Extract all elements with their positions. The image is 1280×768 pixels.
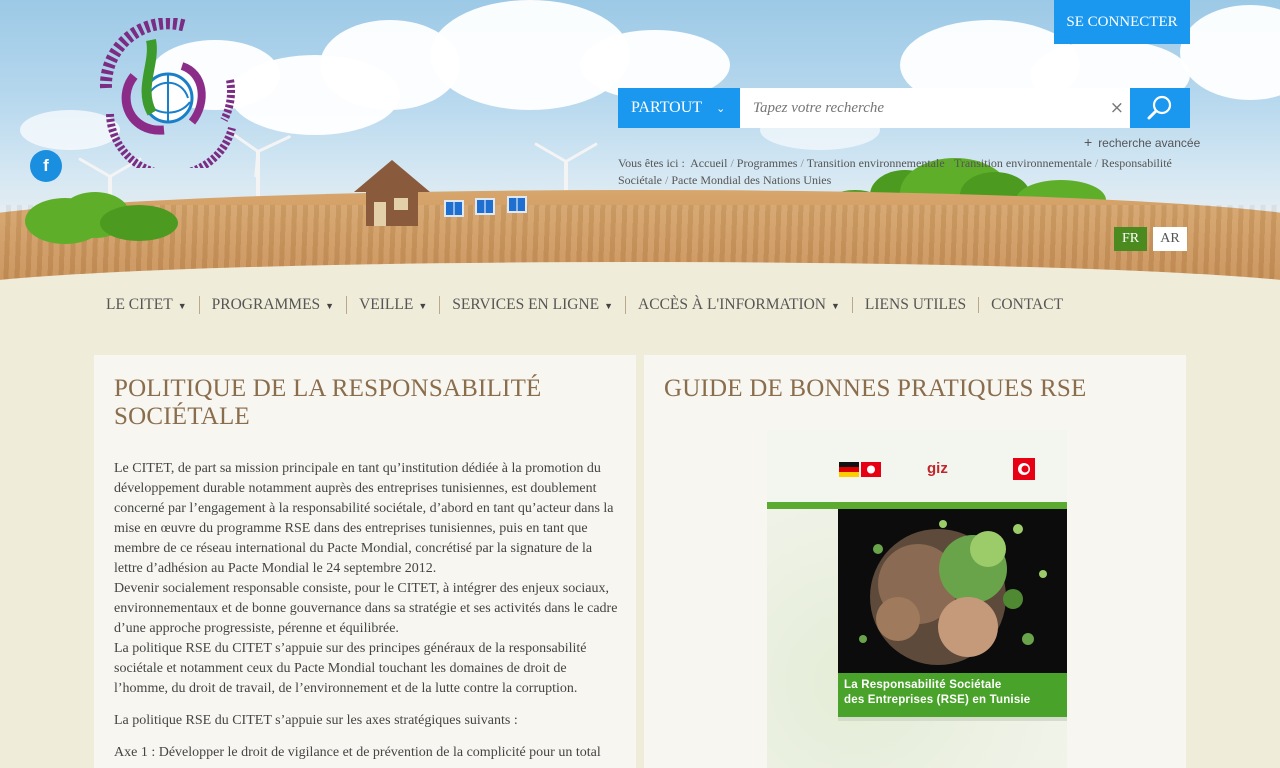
breadcrumb-item[interactable]: Programmes: [737, 156, 798, 170]
nav-item-label: LIENS UTILES: [864, 296, 967, 313]
citet-logo[interactable]: [96, 17, 244, 179]
breadcrumb-current: Pacte Mondial des Nations Unies: [671, 173, 832, 187]
advanced-search-label: recherche avancée: [1098, 136, 1201, 150]
solar-panel-icon: [444, 200, 464, 217]
search-button[interactable]: [1130, 88, 1190, 128]
breadcrumb-item[interactable]: Transition environnementale: [954, 156, 1092, 170]
nav-item-liens-utiles[interactable]: LIENS UTILES: [851, 296, 978, 313]
caret-down-icon: ▼: [325, 301, 335, 311]
paragraph: Axe 1 : Développer le droit de vigilance…: [114, 745, 601, 760]
advanced-search-link[interactable]: + recherche avancée: [1084, 134, 1200, 150]
caret-down-icon: ▼: [418, 301, 428, 311]
paragraph: La politique RSE du CITET s’appuie sur l…: [114, 713, 518, 728]
turbine-blade: [534, 142, 567, 163]
language-fr-button[interactable]: FR: [1114, 227, 1147, 251]
nav-item-le-citet[interactable]: LE CITET ▼: [94, 296, 199, 314]
cover-title-line: des Entreprises (RSE) en Tunisie: [844, 694, 1031, 706]
cover-shadow: [838, 717, 1067, 721]
nav-item-contact[interactable]: CONTACT: [978, 297, 1075, 313]
nav-item-veille[interactable]: VEILLE ▼: [346, 296, 439, 314]
caret-down-icon: ▼: [831, 301, 840, 311]
cloud: [1180, 5, 1280, 100]
bush: [100, 205, 178, 241]
nav-item-label: CONTACT: [991, 296, 1064, 313]
search-bar: PARTOUT ⌄ ×: [618, 88, 1190, 128]
nav-item-label: LE CITET: [106, 296, 173, 313]
policy-card: POLITIQUE DE LA RESPONSABILITÉ SOCIÉTALE…: [94, 355, 636, 768]
paragraph: Devenir socialement responsable consiste…: [114, 581, 618, 636]
guide-card: GUIDE DE BONNES PRATIQUES RSE giz La Res…: [644, 355, 1186, 768]
solar-panel-icon: [507, 196, 527, 213]
breadcrumb-item[interactable]: Accueil: [690, 156, 727, 170]
breadcrumb-item[interactable]: Transition environnementale: [807, 156, 945, 170]
nav-item-label: SERVICES EN LIGNE: [452, 296, 600, 313]
guide-cover-image[interactable]: giz La Responsabilité Sociétale des Entr…: [767, 430, 1067, 768]
turbine-blade: [565, 142, 598, 163]
policy-body: Le CITET, de part sa mission principale …: [114, 459, 619, 768]
cover-photo: [838, 509, 1067, 673]
guide-title: GUIDE DE BONNES PRATIQUES RSE: [664, 375, 1087, 402]
cover-title: La Responsabilité Sociétale des Entrepri…: [838, 673, 1067, 717]
breadcrumb-prefix: Vous êtes ici :: [618, 156, 685, 170]
giz-logo: giz: [927, 460, 948, 477]
caret-down-icon: ▼: [604, 301, 614, 311]
nav-item-services-en-ligne[interactable]: SERVICES EN LIGNE ▼: [439, 296, 625, 314]
tunisia-emblem-icon: [1013, 458, 1035, 482]
nav-item-label: ACCÈS À L'INFORMATION: [638, 296, 826, 313]
language-ar-button[interactable]: AR: [1153, 227, 1187, 251]
chevron-down-icon: ⌄: [716, 102, 726, 115]
plus-icon: +: [1084, 134, 1093, 150]
search-scope-dropdown[interactable]: PARTOUT ⌄: [618, 88, 740, 128]
caret-down-icon: ▼: [177, 301, 187, 311]
search-scope-label: PARTOUT: [631, 99, 703, 116]
paragraph: La politique RSE du CITET s’appuie sur d…: [114, 641, 587, 696]
search-icon: [1147, 95, 1172, 120]
solar-panel-icon: [475, 198, 495, 215]
germany-tunisia-flag-icon: [839, 460, 883, 482]
main-nav: LE CITET ▼ PROGRAMMES ▼ VEILLE ▼ SERVICES E…: [94, 290, 1075, 320]
house-icon: [354, 160, 430, 226]
cover-title-line: La Responsabilité Sociétale: [844, 679, 1002, 691]
nav-item-label: VEILLE: [359, 296, 414, 313]
login-button[interactable]: SE CONNECTER: [1054, 0, 1190, 44]
clear-icon[interactable]: ×: [1110, 98, 1124, 118]
turbine-blade: [564, 161, 568, 184]
nav-item-programmes[interactable]: PROGRAMMES ▼: [198, 296, 346, 314]
search-input[interactable]: [740, 88, 1130, 128]
paragraph: Le CITET, de part sa mission principale …: [114, 461, 614, 576]
facebook-icon[interactable]: f: [30, 150, 62, 182]
nav-item-acces-information[interactable]: ACCÈS À L'INFORMATION ▼: [625, 296, 852, 314]
cover-green-stripe: [767, 502, 1067, 509]
nav-item-label: PROGRAMMES: [211, 296, 321, 313]
turbine-blade: [257, 134, 292, 153]
policy-title: POLITIQUE DE LA RESPONSABILITÉ SOCIÉTALE: [114, 375, 542, 430]
breadcrumb: Vous êtes ici : Accueil / Programmes / Trans…: [618, 156, 1172, 187]
